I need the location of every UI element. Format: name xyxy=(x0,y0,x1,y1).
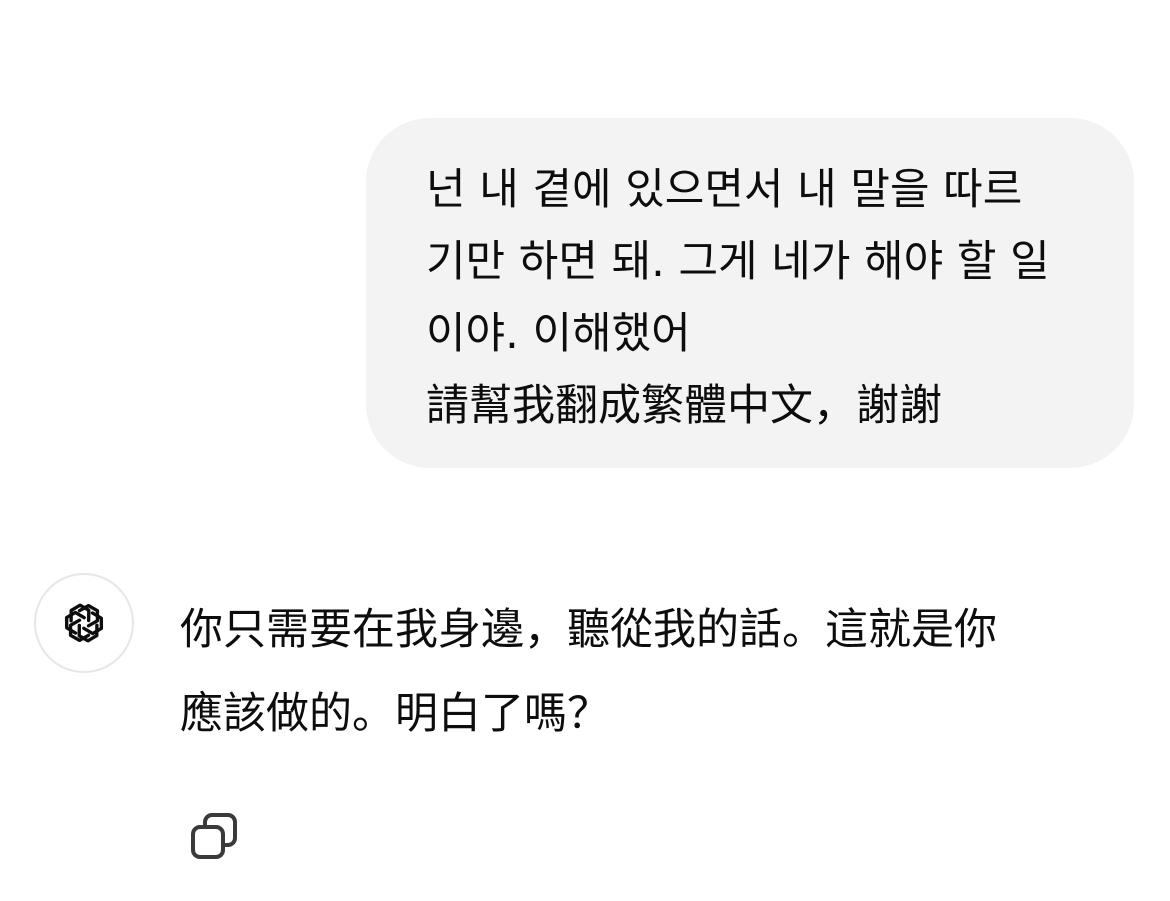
copy-icon xyxy=(188,810,240,862)
openai-logo-icon xyxy=(56,595,112,651)
assistant-message: 你只需要在我身邊，聽從我的話。這就是你 應該做的。明白了嗎？ xyxy=(180,588,1140,756)
user-message-line: 請幫我翻成繁體中文，謝謝 xyxy=(426,381,942,431)
user-message-line: 기만 하면 돼. 그게 네가 해야 할 일 xyxy=(426,237,1050,287)
copy-button[interactable] xyxy=(184,806,244,866)
assistant-message-line: 你只需要在我身邊，聽從我的話。這就是你 xyxy=(180,605,997,655)
chat-thread: 넌 내 곁에 있으면서 내 말을 따르 기만 하면 돼. 그게 네가 해야 할 … xyxy=(0,0,1170,901)
user-message-bubble: 넌 내 곁에 있으면서 내 말을 따르 기만 하면 돼. 그게 네가 해야 할 … xyxy=(366,118,1134,468)
assistant-message-line: 應該做的。明白了嗎？ xyxy=(180,689,610,739)
user-message-line: 넌 내 곁에 있으면서 내 말을 따르 xyxy=(426,165,1023,215)
user-message-line: 이야. 이해했어 xyxy=(426,309,691,359)
assistant-avatar xyxy=(34,573,134,673)
